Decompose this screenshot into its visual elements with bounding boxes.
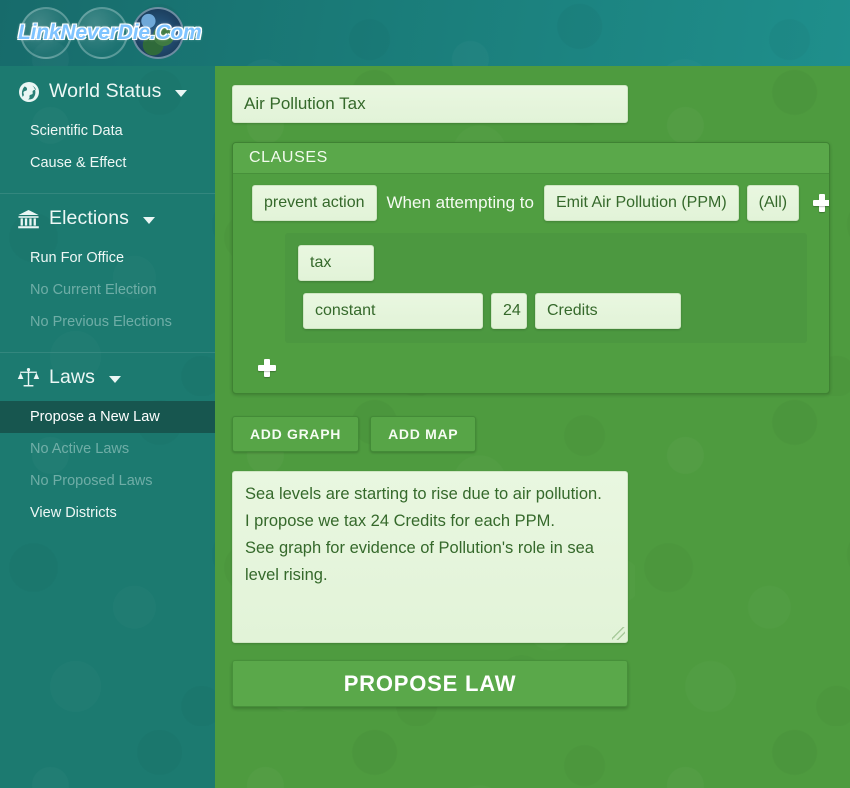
clause-connector-label: When attempting to — [386, 193, 534, 212]
sidebar-item-run-for-office[interactable]: Run For Office — [0, 242, 215, 274]
clauses-panel: CLAUSES prevent action When attempting t… — [232, 142, 830, 394]
nav-group-laws: Laws Propose a New Law No Active Laws No… — [0, 352, 215, 543]
clause-unit-select[interactable]: Credits — [535, 293, 681, 329]
chevron-down-icon — [143, 216, 156, 224]
clause-amount-input[interactable]: 24 — [491, 293, 527, 329]
clause-rate-mode-select[interactable]: constant — [303, 293, 483, 329]
nav-group-body-laws: Propose a New Law No Active Laws No Prop… — [0, 401, 215, 543]
watermark-text: LinkNeverDie.Com — [18, 21, 202, 44]
propose-law-button[interactable]: PROPOSE LAW — [232, 660, 628, 707]
attachment-buttons: ADD GRAPH ADD MAP — [232, 416, 850, 452]
clause-scope-select[interactable]: (All) — [746, 185, 800, 221]
clause-subject-select[interactable]: Emit Air Pollution (PPM) — [543, 185, 739, 221]
sidebar-item-scientific-data[interactable]: Scientific Data — [0, 115, 215, 147]
textarea-resize-handle[interactable] — [612, 627, 625, 640]
clauses-panel-title: CLAUSES — [233, 143, 829, 174]
nav-group-body-world-status: Scientific Data Cause & Effect — [0, 115, 215, 193]
chevron-down-icon — [108, 375, 121, 383]
clause-effect-block: tax constant 24 Credits — [285, 233, 807, 343]
clause-trigger-row: prevent action When attempting to Emit A… — [233, 185, 829, 221]
sidebar-item-view-districts[interactable]: View Districts — [0, 497, 215, 529]
law-title-input[interactable]: Air Pollution Tax — [232, 85, 628, 123]
watermark-logo: LinkNeverDie.Com — [10, 6, 220, 60]
nav-group-label: World Status — [49, 80, 162, 102]
app-header: LinkNeverDie.Com — [0, 0, 850, 66]
nav-group-label: Elections — [49, 207, 130, 229]
nav-group-header-elections[interactable]: Elections — [0, 193, 215, 242]
sidebar-item-cause-and-effect[interactable]: Cause & Effect — [0, 147, 215, 179]
nav-group-header-world-status[interactable]: World Status — [0, 66, 215, 115]
clause-action-select[interactable]: prevent action — [252, 185, 377, 221]
nav-group-header-laws[interactable]: Laws — [0, 352, 215, 401]
clause-effect-value-row: constant 24 Credits — [285, 293, 807, 329]
chevron-down-icon — [175, 89, 188, 97]
add-map-button[interactable]: ADD MAP — [370, 416, 477, 452]
sidebar-item-no-current-election: No Current Election — [30, 282, 157, 298]
law-description-textarea[interactable]: Sea levels are starting to rise due to a… — [232, 471, 628, 643]
add-clause-row — [233, 357, 829, 379]
sidebar-item-no-active-laws: No Active Laws — [30, 441, 130, 457]
nav-group-body-elections: Run For Office No Current Election No Pr… — [0, 242, 215, 352]
main-content: Air Pollution Tax CLAUSES prevent action… — [215, 66, 850, 788]
nav-group-elections: Elections Run For Office No Current Elec… — [0, 193, 215, 352]
nav-group-label: Laws — [49, 366, 95, 388]
sidebar-item-propose-a-new-law[interactable]: Propose a New Law — [0, 401, 215, 433]
add-graph-button[interactable]: ADD GRAPH — [232, 416, 360, 452]
scales-icon — [17, 366, 40, 389]
add-clause-plus-icon[interactable] — [256, 357, 278, 379]
clause-effect-row: tax — [285, 245, 807, 281]
bank-building-icon — [17, 207, 40, 230]
add-condition-plus-icon[interactable] — [811, 192, 829, 214]
clauses-list: prevent action When attempting to Emit A… — [233, 174, 829, 393]
clause-effect-select[interactable]: tax — [298, 245, 374, 281]
nav-group-world-status: World Status Scientific Data Cause & Eff… — [0, 66, 215, 193]
globe-icon — [17, 80, 40, 103]
sidebar-item-no-previous-elections: No Previous Elections — [30, 314, 172, 330]
sidebar: World Status Scientific Data Cause & Eff… — [0, 66, 215, 788]
sidebar-item-no-proposed-laws: No Proposed Laws — [30, 473, 153, 489]
